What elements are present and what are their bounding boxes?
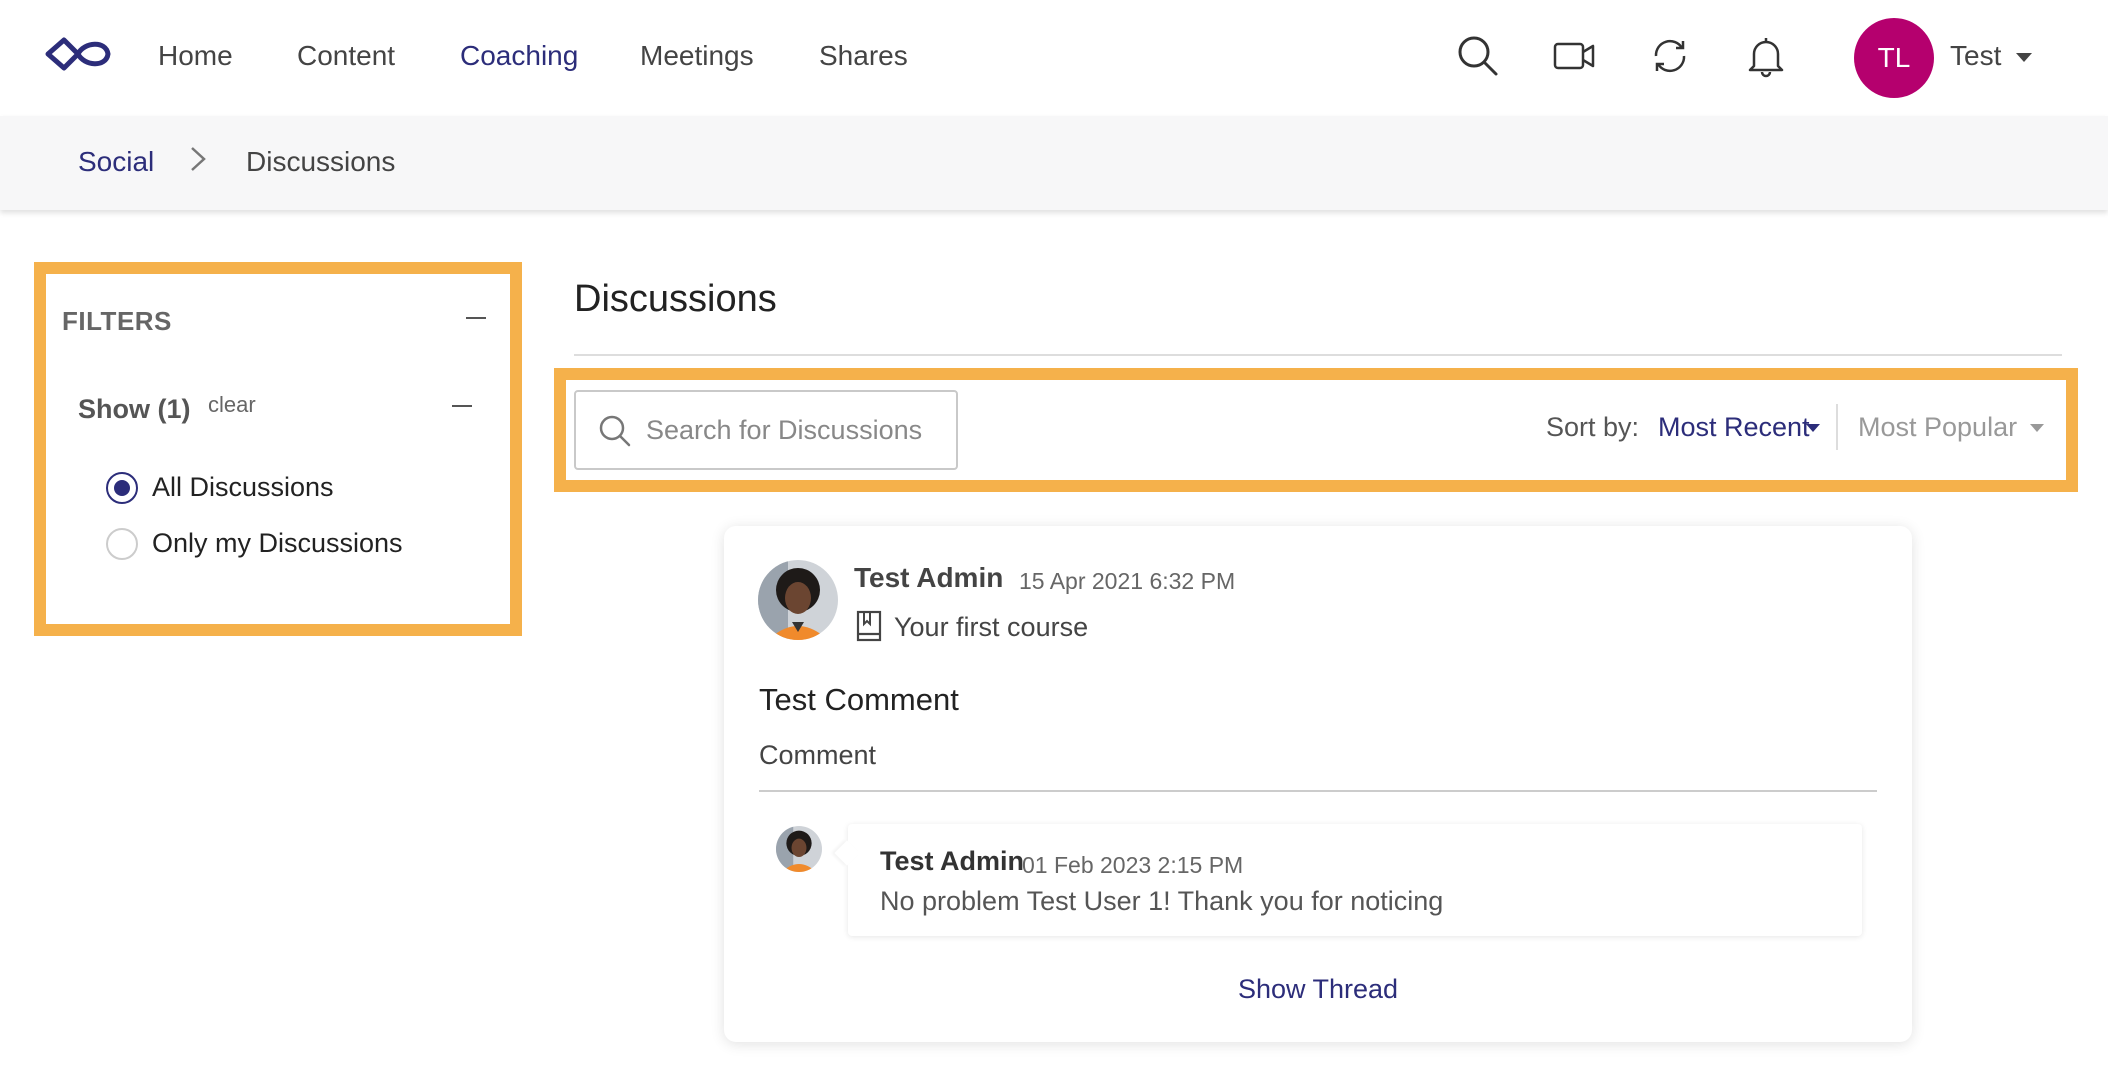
all-discussions-label[interactable]: All Discussions (152, 472, 334, 503)
sync-icon[interactable] (1648, 34, 1692, 78)
search-icon (598, 414, 632, 448)
search-box[interactable] (574, 390, 958, 470)
breadcrumb-current: Discussions (246, 146, 396, 177)
nav-content[interactable]: Content (297, 40, 395, 72)
nav-coaching[interactable]: Coaching (460, 40, 578, 72)
reply-text: No problem Test User 1! Thank you for no… (880, 886, 1444, 916)
clear-filter-link[interactable]: clear (208, 392, 256, 418)
post-title[interactable]: Test Comment (759, 682, 959, 718)
search-input[interactable] (646, 410, 946, 450)
only-my-discussions-label[interactable]: Only my Discussions (152, 528, 403, 559)
sort-most-recent[interactable]: Most Recent (1658, 412, 1810, 443)
nav-shares[interactable]: Shares (819, 40, 908, 72)
post-author[interactable]: Test Admin (854, 562, 1003, 594)
nav-home[interactable]: Home (158, 40, 233, 72)
sort-divider (1836, 404, 1838, 450)
chevron-down-icon[interactable] (1806, 424, 1820, 432)
reply-bubble: Test Admin 01 Feb 2023 2:15 PM No proble… (848, 824, 1862, 936)
user-menu-name[interactable]: Test (1950, 40, 2001, 72)
app-logo-icon[interactable] (44, 34, 112, 74)
filters-collapse-icon[interactable] (466, 317, 486, 319)
discussion-toolbar: Sort by: Most Recent Most Popular (554, 368, 2078, 492)
discussion-card: Test Admin 15 Apr 2021 6:32 PM Your firs… (724, 526, 1912, 1042)
sort-label: Sort by: (1546, 412, 1640, 442)
breadcrumb-social-link[interactable]: Social (78, 146, 154, 178)
book-icon (856, 610, 882, 642)
reply-timestamp: 01 Feb 2023 2:15 PM (1022, 852, 1244, 878)
reply-author-avatar[interactable] (776, 826, 822, 872)
nav-meetings[interactable]: Meetings (640, 40, 754, 72)
breadcrumb: Social Discussions (0, 116, 2108, 210)
reply-author[interactable]: Test Admin (880, 846, 1024, 877)
filters-title: FILTERS (62, 306, 172, 336)
show-filter-label: Show (1) (78, 394, 191, 424)
card-divider (759, 790, 1877, 792)
bell-icon[interactable] (1744, 34, 1788, 78)
course-link[interactable]: Your first course (894, 612, 1088, 643)
video-camera-icon[interactable] (1552, 34, 1596, 78)
author-avatar[interactable] (758, 560, 838, 640)
filters-panel: FILTERS Show (1) clear All Discussions O… (34, 262, 522, 636)
search-icon[interactable] (1456, 34, 1500, 78)
user-avatar[interactable]: TL (1854, 18, 1934, 98)
sort-most-popular[interactable]: Most Popular (1858, 412, 2017, 443)
chevron-down-icon[interactable] (2016, 53, 2032, 62)
post-body: Comment (759, 740, 877, 770)
chevron-right-icon (186, 144, 210, 174)
top-navigation: Home Content Coaching Meetings Shares TL… (0, 0, 2108, 116)
all-discussions-radio[interactable] (106, 472, 138, 504)
only-my-discussions-radio[interactable] (106, 528, 138, 560)
show-collapse-icon[interactable] (452, 405, 472, 407)
post-timestamp: 15 Apr 2021 6:32 PM (1019, 568, 1236, 594)
page-title: Discussions (574, 278, 777, 320)
chevron-down-icon[interactable] (2030, 424, 2044, 432)
show-thread-link[interactable]: Show Thread (724, 974, 1912, 1005)
title-divider (574, 354, 2062, 356)
